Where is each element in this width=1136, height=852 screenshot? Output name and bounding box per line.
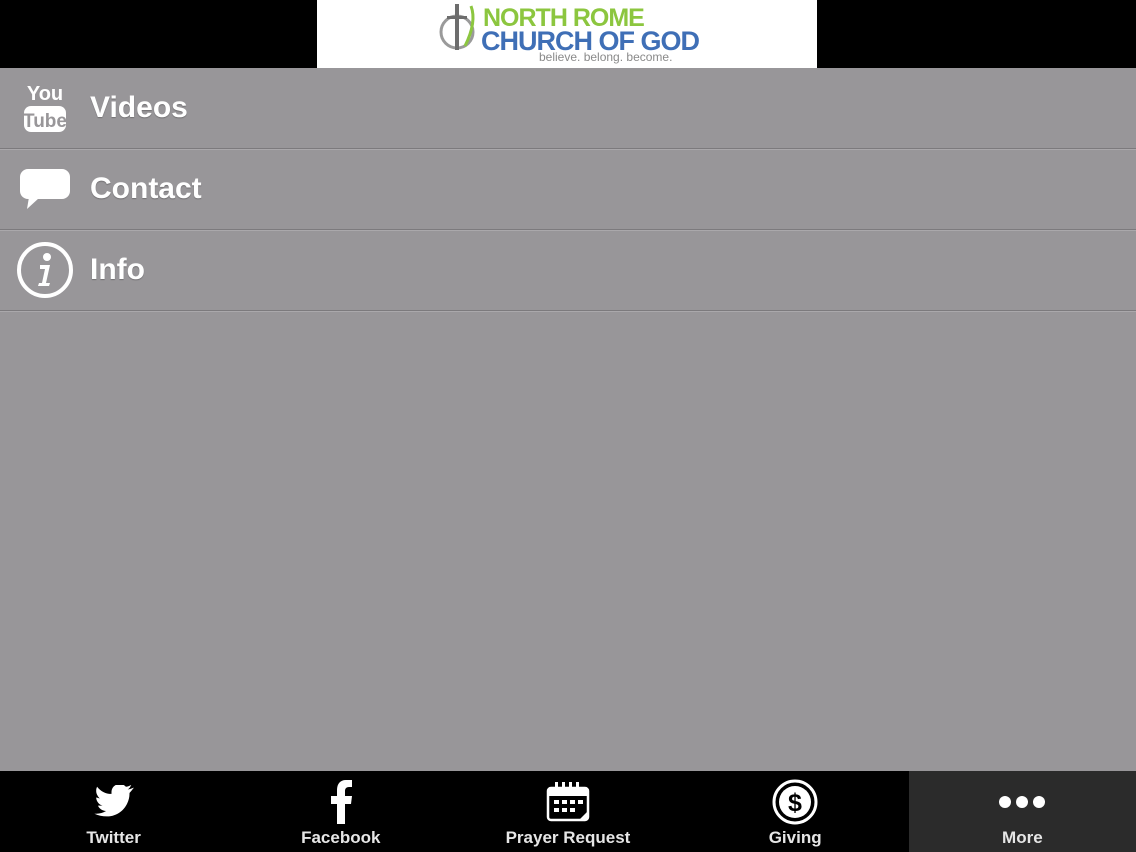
menu-item-videos[interactable]: You Tube Videos [0, 68, 1136, 149]
more-menu-list: You Tube Videos Contact Info [0, 68, 1136, 311]
tab-twitter[interactable]: Twitter [0, 771, 227, 852]
tab-label: Twitter [86, 828, 141, 847]
twitter-bird-icon [0, 779, 227, 825]
bottom-tab-bar: Twitter Facebook Prayer Request $ Giving… [0, 771, 1136, 852]
tab-facebook[interactable]: Facebook [227, 771, 454, 852]
calendar-icon [454, 779, 681, 825]
header-bar: NORTH ROME CHURCH OF GOD believe. belong… [0, 0, 1136, 68]
tab-prayer-request[interactable]: Prayer Request [454, 771, 681, 852]
tab-label: More [1002, 828, 1043, 847]
church-logo[interactable]: NORTH ROME CHURCH OF GOD believe. belong… [317, 0, 817, 68]
tab-label: Prayer Request [505, 828, 631, 847]
dollar-coin-icon: $ [682, 779, 909, 825]
info-icon [14, 240, 76, 300]
menu-item-info[interactable]: Info [0, 230, 1136, 311]
tab-giving[interactable]: $ Giving [682, 771, 909, 852]
menu-item-label: Videos [90, 91, 188, 124]
logo-tagline: believe. belong. become. [539, 50, 673, 64]
cross-logo-icon [439, 4, 475, 50]
youtube-icon-bottom-text: Tube [23, 111, 67, 132]
tab-label: Giving [768, 828, 822, 847]
menu-item-label: Info [90, 253, 145, 286]
tab-more[interactable]: More [908, 771, 1136, 852]
facebook-icon [227, 779, 454, 825]
menu-item-label: Contact [90, 172, 202, 205]
more-dots-icon [909, 779, 1136, 825]
youtube-icon: You Tube [14, 78, 76, 138]
youtube-icon-top-text: You [27, 83, 63, 105]
speech-bubble-icon [14, 159, 76, 219]
svg-text:$: $ [788, 789, 802, 817]
menu-item-contact[interactable]: Contact [0, 149, 1136, 230]
tab-label: Facebook [301, 828, 381, 847]
